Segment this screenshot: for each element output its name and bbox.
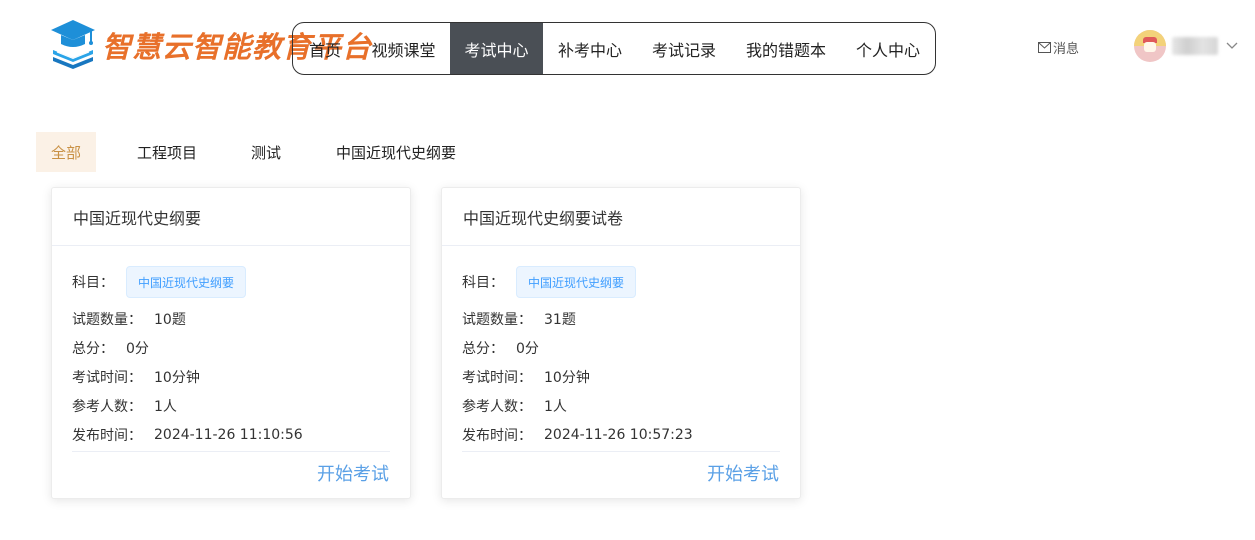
nav-item-video-classroom[interactable]: 视频课堂 [357,23,450,74]
publish-time-value: 2024-11-26 11:10:56 [154,426,303,443]
publish-time-label: 发布时间： [72,427,142,444]
chevron-down-icon [1226,42,1238,49]
username-blurred [1172,37,1218,55]
divider [462,451,780,452]
participants-label: 参考人数： [462,398,532,415]
exam-card: 中国近现代史纲要试卷 科目： 中国近现代史纲要 试题数量： 31题 总分： 0分… [441,187,801,499]
nav-item-home[interactable]: 首页 [293,23,357,74]
exam-time-value: 10分钟 [154,369,200,386]
question-count-label: 试题数量： [462,311,532,328]
start-exam-button[interactable]: 开始考试 [707,460,779,486]
main-nav: 首页 视频课堂 考试中心 补考中心 考试记录 我的错题本 个人中心 [292,22,936,75]
question-count-value: 31题 [544,311,576,328]
exam-title: 中国近现代史纲要试卷 [442,188,800,246]
participants-value: 1人 [544,398,567,415]
mail-icon [1038,42,1051,53]
exam-time-label: 考试时间： [72,369,142,386]
messages-link[interactable]: 消息 [1038,38,1079,57]
category-tabs: 全部 工程项目 测试 中国近现代史纲要 [36,132,456,172]
nav-item-makeup-exam[interactable]: 补考中心 [543,23,637,74]
total-score-value: 0分 [126,340,149,357]
nav-item-exam-center[interactable]: 考试中心 [450,23,543,74]
divider [72,451,390,452]
graduation-cap-book-icon [50,18,96,72]
publish-time-label: 发布时间： [462,427,532,444]
subject-label: 科目： [72,275,114,291]
avatar [1134,30,1166,62]
exam-card: 中国近现代史纲要 科目： 中国近现代史纲要 试题数量： 10题 总分： 0分 考… [51,187,411,499]
total-score-value: 0分 [516,340,539,357]
total-score-label: 总分： [462,340,504,357]
exam-time-label: 考试时间： [462,369,532,386]
subject-label: 科目： [462,275,504,291]
nav-item-exam-records[interactable]: 考试记录 [637,23,731,74]
participants-value: 1人 [154,398,177,415]
start-exam-button[interactable]: 开始考试 [317,460,389,486]
messages-label: 消息 [1053,42,1080,57]
nav-item-personal-center[interactable]: 个人中心 [841,23,935,74]
category-engineering[interactable]: 工程项目 [137,132,197,172]
question-count-value: 10题 [154,311,186,328]
subject-tag: 中国近现代史纲要 [516,266,637,298]
category-test[interactable]: 测试 [251,132,281,172]
subject-tag: 中国近现代史纲要 [126,266,247,298]
user-menu[interactable] [1134,30,1238,62]
question-count-label: 试题数量： [72,311,142,328]
nav-item-wrong-questions[interactable]: 我的错题本 [731,23,841,74]
category-all[interactable]: 全部 [36,132,97,172]
participants-label: 参考人数： [72,398,142,415]
category-modern-history[interactable]: 中国近现代史纲要 [336,132,456,172]
exam-title: 中国近现代史纲要 [52,188,410,246]
total-score-label: 总分： [72,340,114,357]
publish-time-value: 2024-11-26 10:57:23 [544,426,693,443]
exam-time-value: 10分钟 [544,369,590,386]
